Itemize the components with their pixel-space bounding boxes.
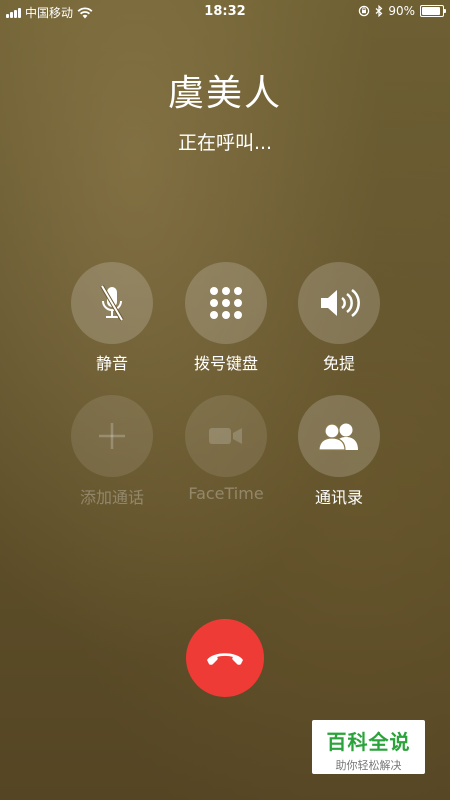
watermark-logo: 百科全说 助你轻松解决 — [312, 720, 425, 774]
keypad-label: 拨号键盘 — [193, 354, 258, 373]
call-status: 正在呼叫... — [177, 132, 273, 154]
caller-name: 虞美人 — [167, 73, 282, 114]
add-call-button[interactable] — [71, 395, 153, 477]
contacts-button[interactable] — [298, 395, 380, 477]
facetime-label: FaceTime — [188, 484, 264, 503]
speaker-label: 免提 — [322, 354, 355, 373]
plus-icon — [99, 423, 125, 449]
speaker-icon — [321, 288, 360, 318]
rotation-lock-icon — [359, 5, 370, 17]
keypad-icon — [210, 287, 242, 319]
status-right: 90% — [358, 4, 446, 18]
battery-icon — [420, 5, 446, 17]
mute-label: 静音 — [95, 354, 128, 373]
microphone-muted-icon — [100, 284, 124, 322]
contacts-icon — [318, 423, 358, 451]
mute-button[interactable] — [71, 262, 153, 344]
add-call-label: 添加通话 — [79, 488, 144, 507]
status-bar: 中国移动 18:32 90% — [0, 0, 450, 24]
watermark-subtitle: 助你轻松解决 — [335, 759, 402, 772]
video-camera-icon — [209, 428, 242, 444]
battery-percentage: 90% — [388, 4, 415, 18]
keypad-button[interactable] — [185, 262, 267, 344]
watermark-title: 百科全说 — [326, 730, 411, 754]
contacts-label: 通讯录 — [314, 488, 363, 507]
bluetooth-icon — [375, 5, 383, 17]
speaker-button[interactable] — [298, 262, 380, 344]
facetime-button[interactable] — [185, 395, 267, 477]
end-call-button[interactable] — [186, 619, 264, 697]
battery-level — [422, 7, 440, 15]
hang-up-icon — [207, 653, 243, 665]
